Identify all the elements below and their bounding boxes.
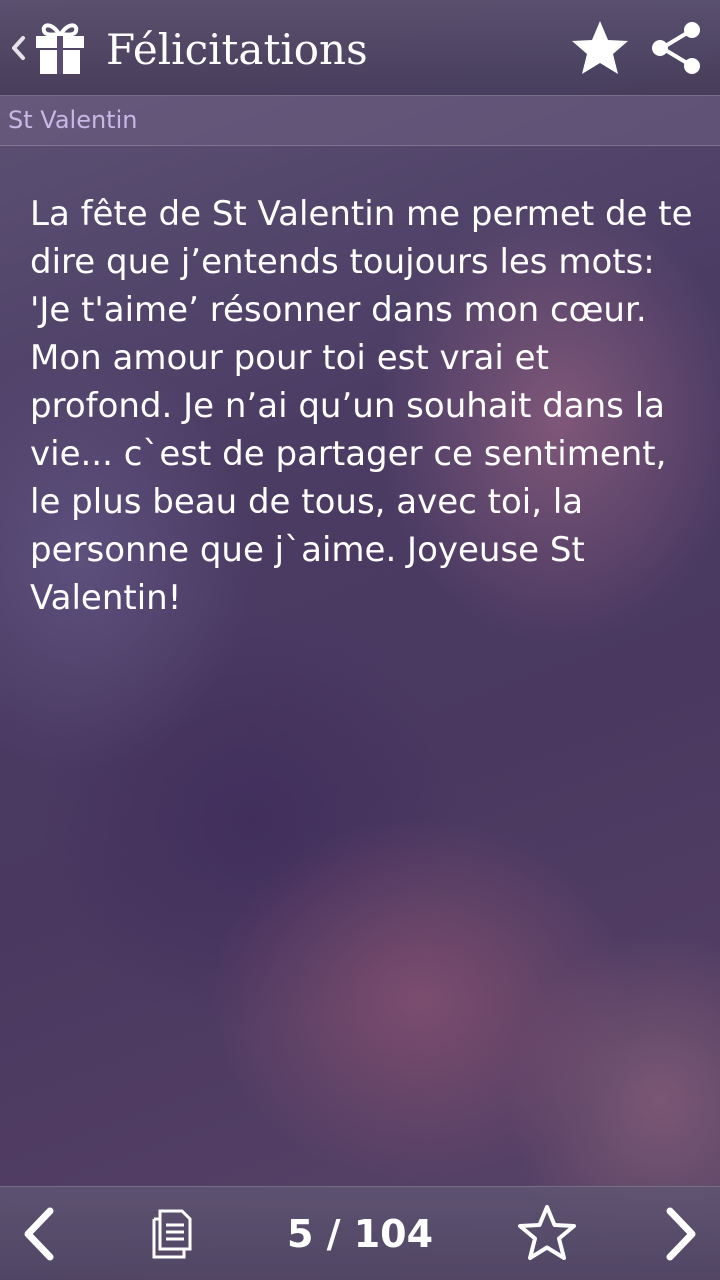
star-outline-icon[interactable]: [516, 1203, 578, 1263]
message-text: La fête de St Valentin me permet de te d…: [30, 194, 693, 618]
bottom-navigation-bar: 5 / 104: [0, 1186, 720, 1280]
category-bar: St Valentin: [0, 96, 720, 146]
app-title: Félicitations: [106, 25, 368, 74]
gift-icon[interactable]: [32, 20, 88, 76]
action-bar: Félicitations: [0, 0, 720, 96]
document-list-icon[interactable]: [150, 1207, 196, 1261]
back-chevron-icon[interactable]: [8, 30, 28, 66]
category-label: St Valentin: [8, 106, 138, 134]
favorite-star-icon[interactable]: [568, 18, 632, 78]
previous-chevron-icon[interactable]: [16, 1205, 64, 1263]
page-indicator: 5 / 104: [286, 1212, 434, 1256]
next-chevron-icon[interactable]: [656, 1205, 704, 1263]
share-icon[interactable]: [648, 20, 704, 76]
